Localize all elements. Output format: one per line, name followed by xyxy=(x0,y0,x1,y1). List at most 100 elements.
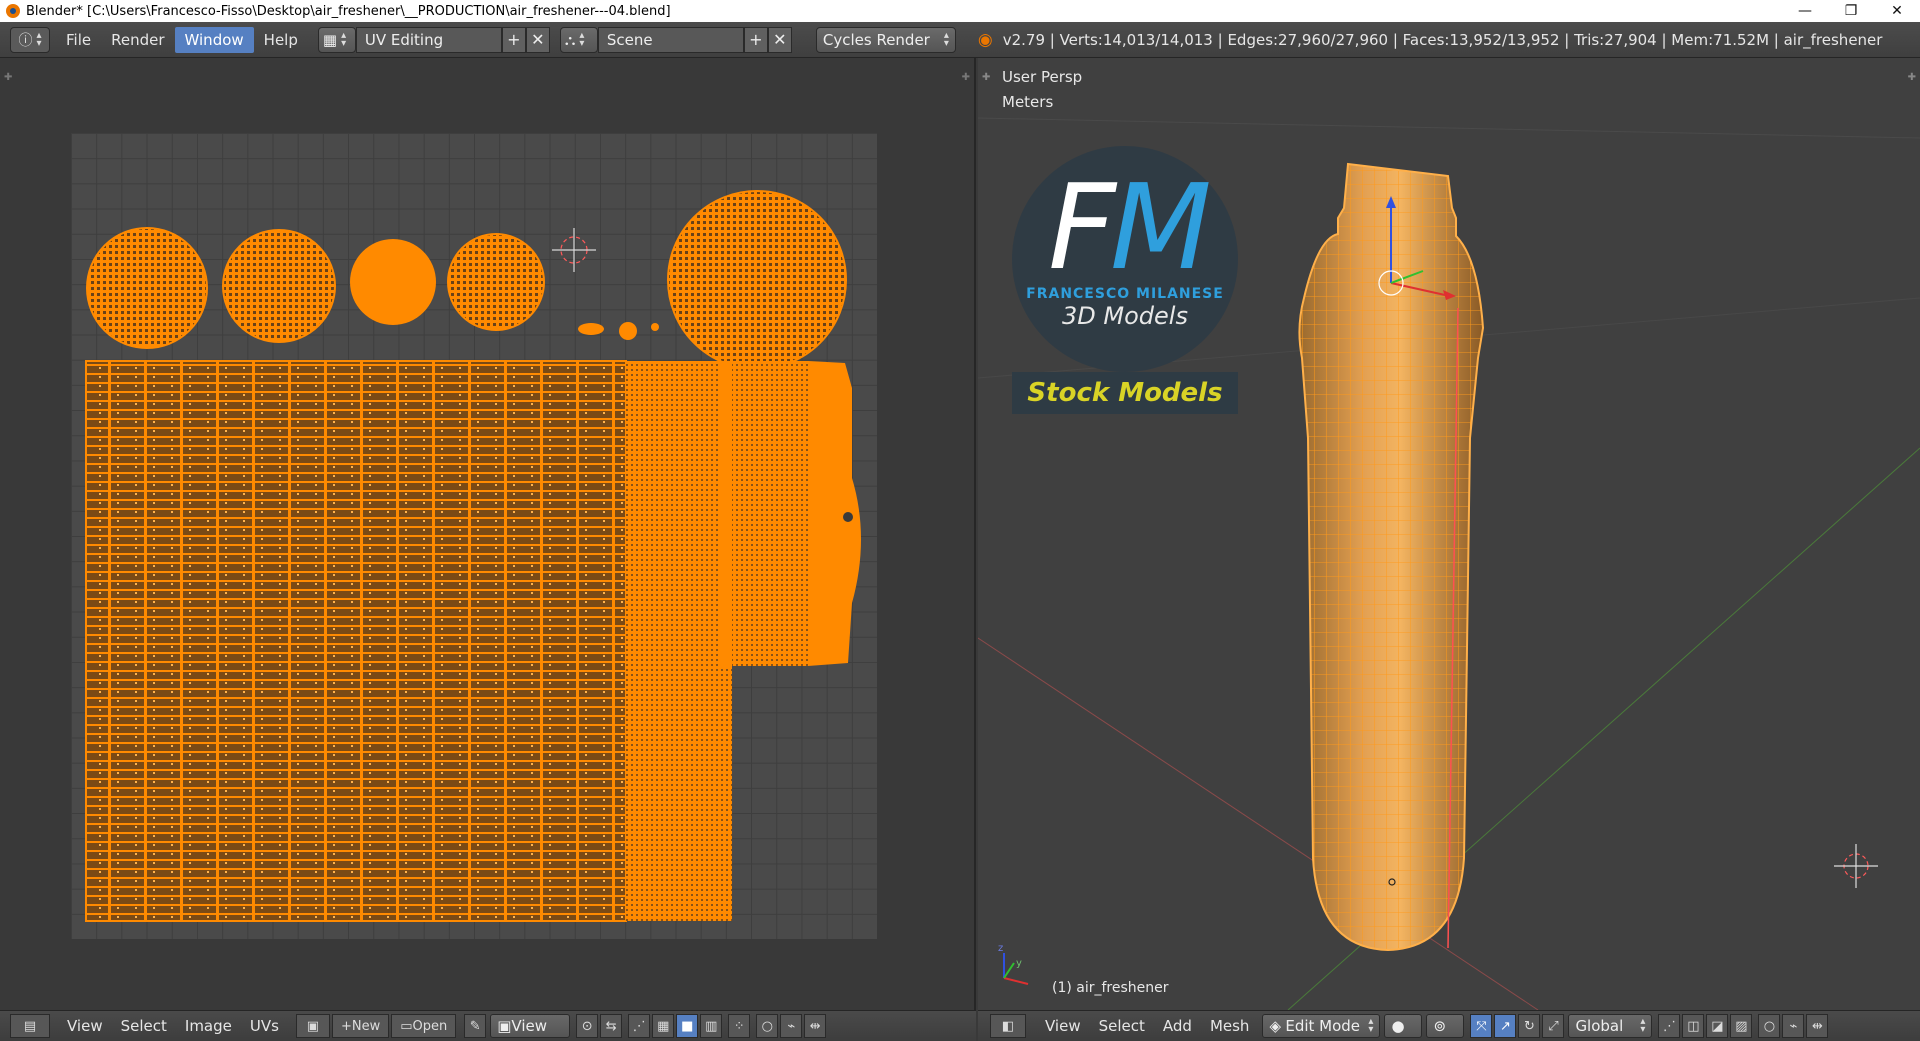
logo-monogram: FM xyxy=(1037,168,1217,286)
orientation-label: Global xyxy=(1575,1017,1624,1035)
image-editor-icon: ▤ xyxy=(23,1018,37,1034)
uv-island-small[interactable] xyxy=(619,322,637,340)
proportional-edit-icon[interactable]: ○ xyxy=(756,1014,779,1038)
uv-island-small[interactable] xyxy=(651,323,659,331)
uv-island-body[interactable] xyxy=(626,361,732,921)
delete-screen-button[interactable]: ✕ xyxy=(525,26,550,53)
logo-letter-m: M xyxy=(1110,158,1212,296)
view-name-label: User Persp xyxy=(1002,68,1083,86)
close-icon: ✕ xyxy=(531,30,545,49)
open-image-button[interactable]: ▭ Open xyxy=(391,1014,457,1038)
pivot-point-dropdown[interactable]: ⊚ xyxy=(1426,1014,1465,1038)
uv-island-disc[interactable] xyxy=(447,233,545,331)
region-toggle-icon[interactable]: ✚ xyxy=(982,72,990,83)
2d-cursor-icon[interactable] xyxy=(552,228,596,272)
blender-logo-icon xyxy=(6,4,20,18)
view-mode-dropdown[interactable]: ▣ View xyxy=(490,1014,571,1038)
scale-icon[interactable]: ⤢ xyxy=(1542,1014,1565,1038)
occlude-geometry-icon[interactable]: ▨ xyxy=(1730,1014,1753,1038)
snap-icon[interactable]: ⌁ xyxy=(780,1014,803,1038)
logo-letter-f: F xyxy=(1048,158,1116,296)
uv-menu-view[interactable]: View xyxy=(58,1014,112,1038)
uv-island-disc[interactable] xyxy=(667,190,847,370)
menu-help[interactable]: Help xyxy=(254,27,308,53)
region-toggle-icon[interactable]: ✚ xyxy=(1908,72,1916,83)
pin-icon[interactable]: ✎ xyxy=(464,1014,487,1038)
translate-icon[interactable]: ↗ xyxy=(1494,1014,1517,1038)
menu-render[interactable]: Render xyxy=(101,27,174,53)
uv-island-disc[interactable] xyxy=(86,227,208,349)
rotate-icon[interactable]: ↻ xyxy=(1518,1014,1541,1038)
snap-target-icon[interactable]: ⇹ xyxy=(1806,1014,1829,1038)
editor-type-button[interactable]: ◧ xyxy=(990,1014,1026,1038)
uv-image-editor[interactable]: ✚ ✚ xyxy=(0,58,976,1010)
add-scene-button[interactable]: + xyxy=(743,26,768,53)
snap-target-icon[interactable]: ⇹ xyxy=(804,1014,827,1038)
plus-icon: + xyxy=(749,30,763,49)
updown-arrows-icon: ▴ ▾ xyxy=(579,29,585,49)
minimize-button[interactable]: — xyxy=(1782,0,1828,22)
face-select-icon[interactable]: ■ xyxy=(676,1014,699,1038)
cube-icon: ◧ xyxy=(1001,1018,1015,1034)
pivot-icon: ⊚ xyxy=(1433,1017,1447,1035)
svg-text:z: z xyxy=(998,943,1003,954)
updown-arrows-icon: ▴ ▾ xyxy=(943,29,949,49)
delete-scene-button[interactable]: ✕ xyxy=(767,26,792,53)
restore-button[interactable]: ❐ xyxy=(1828,0,1874,22)
3d-cursor-icon[interactable] xyxy=(1834,844,1878,888)
pivot-icon[interactable]: ⊙ xyxy=(576,1014,599,1038)
close-button[interactable]: ✕ xyxy=(1874,0,1920,22)
snap-icon[interactable]: ⌁ xyxy=(1782,1014,1805,1038)
uv-menu-uvs[interactable]: UVs xyxy=(241,1014,288,1038)
uv-island-body[interactable] xyxy=(85,360,627,922)
vertex-select-icon[interactable]: ⋰ xyxy=(628,1014,651,1038)
uv-island-band[interactable] xyxy=(718,361,732,666)
editor-type-button[interactable]: ▤ xyxy=(10,1014,50,1038)
island-select-icon[interactable]: ▥ xyxy=(700,1014,723,1038)
uv-menu-image[interactable]: Image xyxy=(176,1014,241,1038)
screen-layout-field[interactable]: UV Editing xyxy=(355,26,502,53)
layout-grid-icon: ▦ xyxy=(322,30,338,49)
scene-selector[interactable]: ⛬ ▴ ▾ xyxy=(559,26,598,53)
logo-author-name: FRANCESCO MILANESE xyxy=(1026,286,1224,302)
proportional-edit-icon[interactable]: ○ xyxy=(1758,1014,1781,1038)
view3d-menu-select[interactable]: Select xyxy=(1090,1014,1154,1038)
uv-island-small[interactable] xyxy=(578,323,604,335)
edge-select-icon[interactable]: ▦ xyxy=(652,1014,675,1038)
vertex-select-icon[interactable]: ⋰ xyxy=(1658,1014,1681,1038)
view3d-menu-view[interactable]: View xyxy=(1036,1014,1090,1038)
view-mode-label: View xyxy=(511,1017,548,1035)
scene-field[interactable]: Scene xyxy=(597,26,744,53)
new-image-button[interactable]: + New xyxy=(331,1014,390,1038)
units-label: Meters xyxy=(1002,93,1054,111)
folder-icon: ▭ xyxy=(400,1018,413,1034)
bottle-mesh[interactable] xyxy=(1278,158,1498,958)
uv-islands[interactable] xyxy=(0,58,976,1010)
uv-island-cap[interactable] xyxy=(808,361,861,666)
view3d-menu-mesh[interactable]: Mesh xyxy=(1201,1014,1259,1038)
manipulator-toggle-icon[interactable]: ⤧ xyxy=(1470,1014,1493,1038)
viewport-shading-dropdown[interactable]: ● xyxy=(1384,1014,1423,1038)
uv-island-disc[interactable] xyxy=(222,229,336,343)
face-select-icon[interactable]: ◪ xyxy=(1706,1014,1729,1038)
uv-island-band[interactable] xyxy=(732,361,808,666)
uv-menu-select[interactable]: Select xyxy=(112,1014,176,1038)
close-icon: ✕ xyxy=(773,30,787,49)
sticky-select-icon[interactable]: ⁘ xyxy=(728,1014,751,1038)
mode-dropdown[interactable]: ◈ Edit Mode ▴ ▾ xyxy=(1262,1014,1381,1038)
image-browse-button[interactable]: ▣ xyxy=(295,1014,330,1038)
grid-line xyxy=(978,117,1920,139)
add-screen-button[interactable]: + xyxy=(501,26,526,53)
menu-file[interactable]: File xyxy=(56,27,101,53)
uv-island-disc[interactable] xyxy=(350,239,436,325)
orientation-dropdown[interactable]: Global ▴ ▾ xyxy=(1568,1014,1653,1038)
view3d-menu-add[interactable]: Add xyxy=(1154,1014,1201,1038)
sync-selection-icon[interactable]: ⇆ xyxy=(600,1014,623,1038)
menu-window[interactable]: Window xyxy=(174,26,254,53)
render-engine-dropdown[interactable]: Cycles Render ▴ ▾ xyxy=(815,26,956,53)
open-image-label: Open xyxy=(412,1018,448,1034)
window-titlebar: Blender* [C:\Users\Francesco-Fisso\Deskt… xyxy=(0,0,1920,22)
edge-select-icon[interactable]: ◫ xyxy=(1682,1014,1705,1038)
info-editor-type-button[interactable]: ⓘ ▴ ▾ xyxy=(10,26,50,53)
screen-layout-selector[interactable]: ▦ ▴ ▾ xyxy=(317,26,356,53)
